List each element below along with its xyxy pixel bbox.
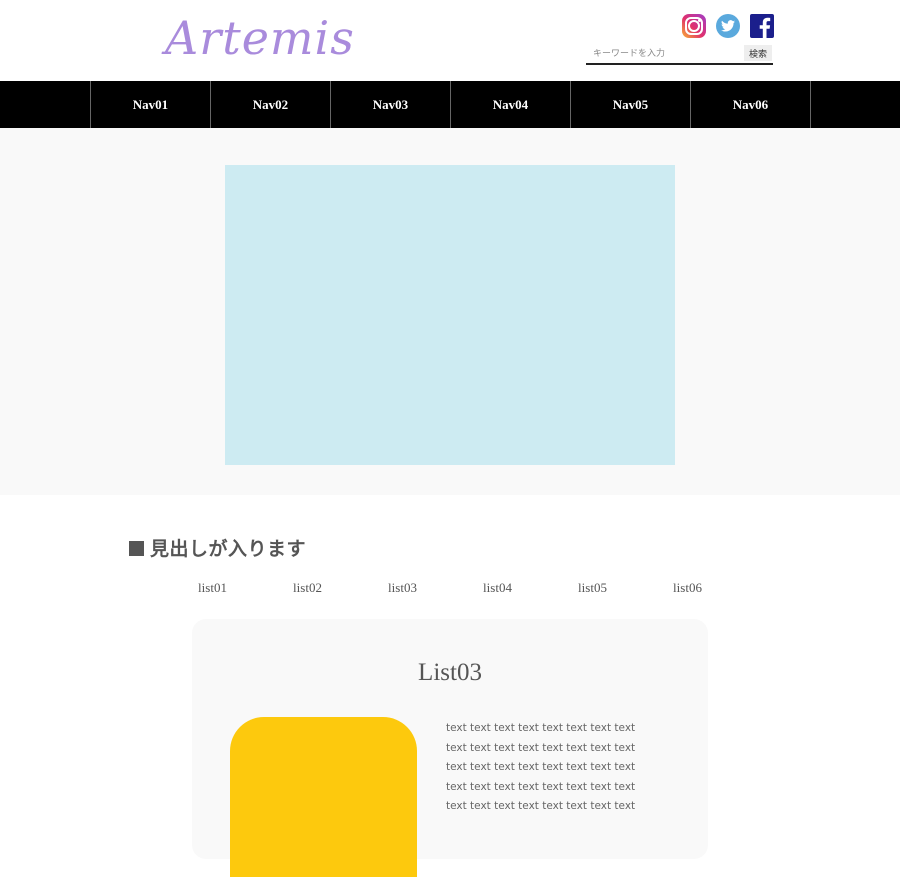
twitter-icon[interactable]	[716, 14, 740, 38]
facebook-icon[interactable]	[750, 14, 774, 38]
search-button[interactable]: 検索	[744, 45, 772, 61]
heading-square-icon	[129, 541, 144, 556]
tab-list05[interactable]: list05	[545, 578, 640, 598]
instagram-dot	[698, 19, 701, 22]
tab-list06[interactable]: list06	[640, 578, 735, 598]
card-title: List03	[418, 659, 482, 686]
tab-list04[interactable]: list04	[450, 578, 545, 598]
card-image-placeholder	[230, 717, 417, 877]
tab-content-card: List03 text text text text text text tex…	[192, 619, 708, 877]
nav-item-02[interactable]: Nav02	[211, 81, 331, 128]
tab-list02[interactable]: list02	[260, 578, 355, 598]
instagram-icon[interactable]	[682, 14, 706, 38]
nav-item-01[interactable]: Nav01	[91, 81, 211, 128]
site-header: Artemis 検索	[0, 0, 900, 81]
tab-list03[interactable]: list03	[355, 578, 450, 598]
list-tabs: list01 list02 list03 list04 list05 list0…	[165, 578, 735, 598]
nav-item-06[interactable]: Nav06	[691, 81, 811, 128]
twitter-bird-icon	[721, 20, 735, 32]
nav-item-04[interactable]: Nav04	[451, 81, 571, 128]
search-form: 検索	[586, 44, 773, 65]
global-nav: Nav01 Nav02 Nav03 Nav04 Nav05 Nav06	[0, 81, 900, 128]
card-text: text text text text text text text text …	[446, 722, 636, 812]
nav-list: Nav01 Nav02 Nav03 Nav04 Nav05 Nav06	[90, 81, 811, 128]
tab-list01[interactable]: list01	[165, 578, 260, 598]
site-logo[interactable]: Artemis	[165, 8, 355, 68]
hero-image-placeholder	[225, 165, 675, 465]
nav-item-05[interactable]: Nav05	[571, 81, 691, 128]
search-input[interactable]	[586, 45, 743, 63]
hero-section	[0, 128, 900, 495]
facebook-f-icon	[759, 17, 771, 38]
section-heading: 見出しが入ります	[129, 534, 306, 561]
section-heading-text: 見出しが入ります	[150, 539, 307, 560]
nav-item-03[interactable]: Nav03	[331, 81, 451, 128]
